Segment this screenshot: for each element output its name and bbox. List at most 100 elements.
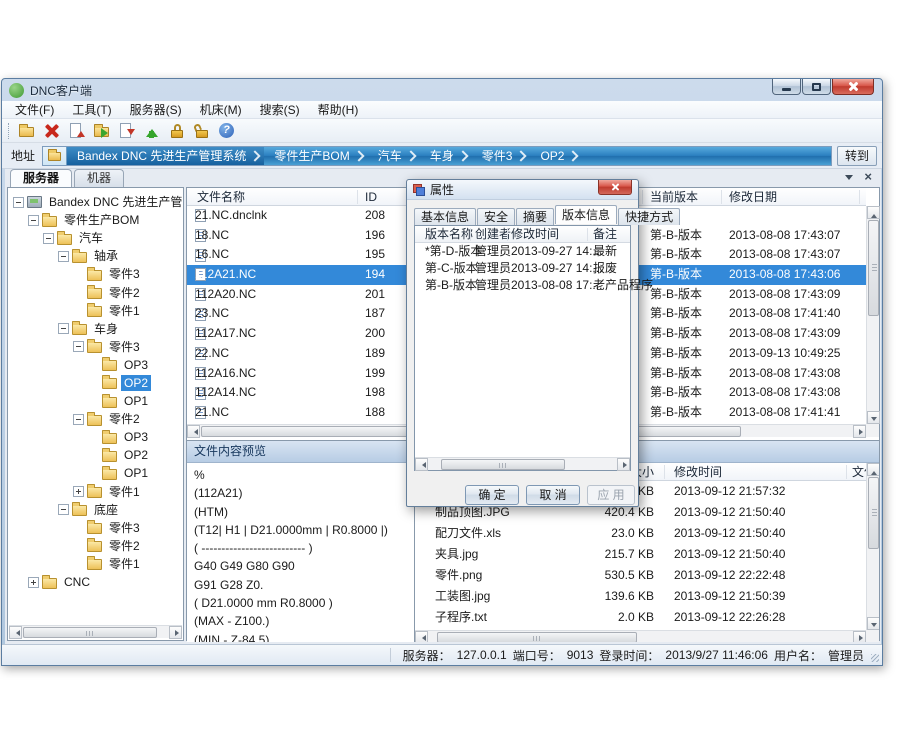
- maximize-button[interactable]: [802, 79, 831, 95]
- tree-node-label[interactable]: 零件生产BOM: [61, 212, 142, 228]
- tree-node[interactable]: 零件3: [13, 519, 182, 537]
- tree-node[interactable]: 零件1: [13, 483, 182, 501]
- scroll-right-arrow[interactable]: [169, 626, 182, 639]
- tree-node[interactable]: 零件1: [13, 555, 182, 573]
- tree-node-label[interactable]: 汽车: [76, 230, 106, 246]
- tree-node-label[interactable]: OP2: [121, 375, 151, 391]
- scroll-left-arrow[interactable]: [415, 631, 428, 642]
- menu-item[interactable]: 机床(M): [191, 101, 251, 119]
- send-to-folder-icon[interactable]: [92, 121, 112, 141]
- tree-node[interactable]: 车身: [13, 320, 182, 338]
- version-row[interactable]: 第-B-版本 管理员 2013-08-08 17:... 老产品程序: [415, 277, 630, 294]
- expand-toggle-icon[interactable]: [28, 577, 39, 588]
- attachment-row[interactable]: 工装图.jpg 139.6 KB 2013-09-12 21:50:39: [415, 586, 866, 607]
- tree-node-label[interactable]: 零件2: [106, 285, 143, 301]
- version-row[interactable]: 第-C-版本 管理员 2013-09-27 14:... 报废: [415, 260, 630, 277]
- tree-node-label[interactable]: OP3: [121, 357, 151, 373]
- dialog-tab[interactable]: 安全: [477, 208, 515, 225]
- scroll-right-arrow[interactable]: [853, 631, 866, 642]
- column-header-time[interactable]: 修改时间: [674, 463, 722, 481]
- tree-node[interactable]: CNC: [13, 573, 182, 591]
- title-bar[interactable]: DNC客户端: [2, 79, 882, 101]
- go-button[interactable]: 转到: [837, 146, 877, 166]
- attachment-horizontal-scrollbar[interactable]: [415, 630, 866, 642]
- tree-node-label[interactable]: 零件1: [106, 484, 143, 500]
- column-header-modified[interactable]: 修改时间: [511, 226, 559, 243]
- tree-node[interactable]: 零件3: [13, 265, 182, 283]
- expand-toggle-icon[interactable]: [58, 323, 69, 334]
- help-icon[interactable]: ?: [217, 121, 237, 141]
- tree-node-label[interactable]: OP2: [121, 447, 151, 463]
- tree-node[interactable]: OP3: [13, 356, 182, 374]
- tree-node[interactable]: OP1: [13, 464, 182, 482]
- scrollbar-thumb[interactable]: [437, 632, 637, 642]
- tree-node-label[interactable]: CNC: [61, 574, 93, 590]
- tree-node[interactable]: 零件1: [13, 302, 182, 320]
- scroll-left-arrow[interactable]: [415, 458, 428, 471]
- tree-node[interactable]: 零件生产BOM: [13, 211, 182, 229]
- tree-node[interactable]: 零件3: [13, 338, 182, 356]
- version-list-horizontal-scrollbar[interactable]: [415, 457, 630, 470]
- tree-node[interactable]: OP1: [13, 392, 182, 410]
- breadcrumb-item[interactable]: 汽车: [368, 147, 420, 165]
- tree-node-label[interactable]: OP3: [121, 429, 151, 445]
- apply-button[interactable]: 应 用: [587, 485, 635, 505]
- upload-icon[interactable]: [142, 121, 162, 141]
- pane-close-icon[interactable]: ×: [864, 170, 872, 184]
- scroll-up-arrow[interactable]: [867, 463, 879, 476]
- checkout-icon[interactable]: [117, 121, 137, 141]
- breadcrumb-item[interactable]: 零件3: [472, 147, 531, 165]
- breadcrumb-item[interactable]: OP2: [530, 147, 582, 165]
- tree-node-label[interactable]: 零件1: [106, 556, 143, 572]
- checkin-icon[interactable]: [67, 121, 87, 141]
- scroll-up-arrow[interactable]: [867, 206, 880, 219]
- column-header-version-name[interactable]: 版本名称: [425, 226, 473, 243]
- tree-node-label[interactable]: OP1: [121, 465, 151, 481]
- menu-item[interactable]: 工具(T): [63, 101, 120, 119]
- ok-button[interactable]: 确 定: [465, 485, 519, 505]
- tree-node[interactable]: 底座: [13, 501, 182, 519]
- breadcrumb-item[interactable]: 零件生产BOM: [264, 147, 367, 165]
- pane-pin-chevron-down-icon[interactable]: [845, 175, 853, 184]
- scrollbar-thumb[interactable]: [868, 220, 879, 316]
- unlock-icon[interactable]: [192, 121, 212, 141]
- tree-node-label[interactable]: 零件2: [106, 411, 143, 427]
- tree-node-label[interactable]: 零件3: [106, 520, 143, 536]
- column-header-name[interactable]: 文件名称: [197, 188, 245, 206]
- tree-node-label[interactable]: OP1: [121, 393, 151, 409]
- menu-item[interactable]: 文件(F): [6, 101, 63, 119]
- cancel-button[interactable]: 取 消: [526, 485, 580, 505]
- scrollbar-thumb[interactable]: [868, 477, 879, 549]
- tree-horizontal-scrollbar[interactable]: [9, 625, 182, 638]
- expand-toggle-icon[interactable]: [13, 197, 24, 208]
- scrollbar-thumb[interactable]: [441, 459, 565, 470]
- scroll-left-arrow[interactable]: [187, 425, 200, 438]
- tree-node[interactable]: Bandex DNC 先进生产管理系统: [13, 193, 182, 211]
- tree-node-label[interactable]: 零件1: [106, 303, 143, 319]
- expand-toggle-icon[interactable]: [58, 251, 69, 262]
- tree-node[interactable]: 零件2: [13, 283, 182, 301]
- breadcrumb-item[interactable]: Bandex DNC 先进生产管理系统: [67, 147, 264, 165]
- expand-toggle-icon[interactable]: [73, 486, 84, 497]
- tree-node[interactable]: 汽车: [13, 229, 182, 247]
- column-header-creator[interactable]: 创建者: [475, 226, 511, 243]
- tree-node-label[interactable]: 零件3: [106, 266, 143, 282]
- new-folder-icon[interactable]: [17, 121, 37, 141]
- scrollbar-thumb[interactable]: [23, 627, 157, 638]
- attachment-vertical-scrollbar[interactable]: [866, 463, 879, 630]
- expand-toggle-icon[interactable]: [43, 233, 54, 244]
- column-header-date[interactable]: 修改日期: [729, 188, 777, 206]
- expand-toggle-icon[interactable]: [58, 504, 69, 515]
- file-list-vertical-scrollbar[interactable]: [866, 206, 879, 424]
- tree-node[interactable]: OP3: [13, 428, 182, 446]
- attachment-row[interactable]: 零件.png 530.5 KB 2013-09-12 22:22:48: [415, 565, 866, 586]
- close-button[interactable]: [832, 79, 874, 95]
- menu-item[interactable]: 服务器(S): [121, 101, 191, 119]
- expand-toggle-icon[interactable]: [73, 341, 84, 352]
- pane-tab[interactable]: 服务器: [10, 169, 72, 187]
- tree-node[interactable]: 轴承: [13, 247, 182, 265]
- toolbar-grip[interactable]: [8, 123, 11, 139]
- breadcrumb-item[interactable]: 车身: [420, 147, 472, 165]
- lock-icon[interactable]: [167, 121, 187, 141]
- scroll-right-arrow[interactable]: [853, 425, 866, 438]
